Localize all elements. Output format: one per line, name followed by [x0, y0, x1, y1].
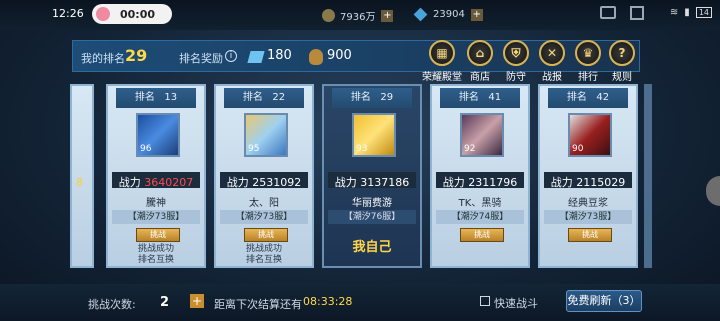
- rank-tag: 排名 22: [224, 88, 304, 108]
- menu-label: 排行: [578, 72, 598, 83]
- power-text: 战力 3137186: [334, 176, 410, 189]
- recording-time: 00:00: [120, 7, 156, 21]
- record-dot-icon: [96, 7, 110, 21]
- server-tag: 【潮汐73服】: [544, 210, 632, 224]
- reward-label: 排名奖励: [179, 52, 223, 65]
- player-name: 騰神: [146, 198, 166, 209]
- hero-avatar: 92: [460, 113, 504, 157]
- challenge-note: 挑战成功 排名互换: [137, 244, 174, 265]
- opponent-card[interactable]: 排名 41 92 战力 2311796 TK、黑骑 【潮汐74服】 挑战: [430, 84, 530, 268]
- menu-shop[interactable]: ⌂ 商店: [460, 40, 500, 83]
- opponent-card[interactable]: 排名 42 90 战力 2115029 经典豆浆 【潮汐73服】 挑战: [538, 84, 638, 268]
- player-name: 华丽费游: [352, 198, 392, 209]
- hero-level: 95: [248, 144, 260, 154]
- rank-tag: 排名 41: [440, 88, 520, 108]
- challenge-button[interactable]: 挑战: [568, 228, 612, 242]
- status-bar: 12:26 00:00 7936万 + 23904 + ≋ ▮ 14: [0, 0, 720, 30]
- self-card: 排名 29 93 战力 3137186 华丽费游 【潮汐76服】 我自己: [322, 84, 422, 268]
- hero-avatar: 96: [136, 113, 180, 157]
- chat-icon[interactable]: [600, 6, 616, 19]
- menu-battle-report[interactable]: ✕ 战报: [532, 40, 572, 83]
- info-icon[interactable]: i: [225, 50, 237, 62]
- challenge-count-label: 挑战次数:: [88, 298, 136, 311]
- rank-tag: 排名 13: [116, 88, 196, 108]
- partial-card-value: 8: [76, 176, 83, 189]
- diamond-counter: 23904 +: [413, 7, 483, 22]
- challenge-count: 2: [160, 295, 170, 310]
- menu-rules[interactable]: ? 规则: [602, 40, 642, 83]
- recording-indicator[interactable]: 00:00: [92, 4, 172, 24]
- reward-coins: 900: [327, 48, 352, 63]
- add-diamond-button[interactable]: +: [470, 8, 483, 21]
- self-label: 我自己: [352, 240, 392, 255]
- add-gold-button[interactable]: +: [381, 9, 394, 22]
- player-name: 太、阳: [249, 198, 279, 209]
- hero-level: 92: [464, 144, 476, 154]
- shop-icon: ⌂: [467, 40, 493, 66]
- challenge-button[interactable]: 挑战: [460, 228, 504, 242]
- rules-icon: ?: [609, 40, 635, 66]
- defense-icon: ⛨: [503, 40, 529, 66]
- quick-battle-checkbox[interactable]: [480, 296, 490, 306]
- menu-label: 战报: [542, 72, 562, 83]
- gold-coin-icon: [322, 9, 335, 22]
- gold-counter: 7936万 +: [322, 8, 394, 23]
- hero-avatar: 95: [244, 113, 288, 157]
- power-text: 战力 2115029: [550, 176, 626, 189]
- rank-tag: 排名 42: [548, 88, 628, 108]
- reward-diamonds: 180: [267, 48, 292, 63]
- free-refresh-button[interactable]: 免费刷新（3）: [566, 290, 642, 312]
- diamond-icon: [413, 7, 428, 22]
- player-name: 经典豆浆: [568, 198, 608, 209]
- hero-level: 96: [140, 144, 152, 154]
- player-name: TK、黑骑: [458, 198, 502, 209]
- server-tag: 【潮汐76服】: [328, 210, 416, 224]
- my-rank-label: 我的排名: [81, 52, 125, 65]
- settlement-label: 距离下次结算还有: [214, 298, 302, 311]
- clock: 12:26: [52, 7, 84, 20]
- partial-opponent-card[interactable]: 8: [70, 84, 94, 268]
- opponent-card[interactable]: 排名 22 95 战力 2531092 太、阳 【潮汐73服】 挑战 挑战成功排…: [214, 84, 314, 268]
- my-rank-value: 29: [125, 46, 148, 65]
- challenge-note: 挑战成功 排名互换: [245, 244, 282, 265]
- opponent-card[interactable]: 排名 13 96 战力 3640207 騰神 【潮汐73服】 挑战 挑战成功 排名…: [106, 84, 206, 268]
- mail-icon[interactable]: [630, 6, 644, 20]
- challenge-button[interactable]: 挑战: [244, 228, 288, 242]
- hero-avatar: 90: [568, 113, 612, 157]
- menu-label: 防守: [506, 72, 526, 83]
- power-text: 战力 3640207: [118, 176, 194, 189]
- menu-label: 商店: [470, 72, 490, 83]
- add-challenge-button[interactable]: +: [190, 294, 204, 308]
- server-tag: 【潮汐73服】: [220, 210, 308, 224]
- power-text: 战力 2311796: [442, 176, 518, 189]
- reward-diamond-icon: [247, 51, 265, 63]
- system-indicators: ≋ ▮ 14: [670, 7, 712, 18]
- server-tag: 【潮汐73服】: [112, 210, 200, 224]
- menu-hall-of-glory[interactable]: ▦ 荣耀殿堂: [422, 40, 462, 83]
- signal-icon: ▮: [684, 7, 690, 18]
- battle-report-icon: ✕: [539, 40, 565, 66]
- hero-level: 93: [356, 144, 368, 154]
- server-tag: 【潮汐74服】: [436, 210, 524, 224]
- challenge-button[interactable]: 挑战: [136, 228, 180, 242]
- wifi-icon: ≋: [669, 7, 679, 18]
- reward-coin-bag-icon: [309, 49, 323, 65]
- menu-defense[interactable]: ⛨ 防守: [496, 40, 536, 83]
- footer-bar: 挑战次数: 2 + 距离下次结算还有 08:33:28 快速战斗 免费刷新（3）: [0, 284, 720, 321]
- diamond-value: 23904: [433, 9, 465, 20]
- settlement-countdown: 08:33:28: [303, 295, 353, 308]
- quick-battle-label: 快速战斗: [494, 297, 538, 310]
- menu-label: 荣耀殿堂: [422, 72, 462, 83]
- leaderboard-icon: ♛: [575, 40, 601, 66]
- gold-value: 7936万: [340, 12, 376, 23]
- hero-level: 90: [572, 144, 584, 154]
- rank-tag: 排名 29: [332, 88, 412, 108]
- hero-avatar: 93: [352, 113, 396, 157]
- battery-level: 14: [695, 7, 712, 18]
- scroll-edge: [644, 84, 652, 268]
- hall-of-glory-icon: ▦: [429, 40, 455, 66]
- menu-label: 规则: [612, 72, 632, 83]
- power-text: 战力 2531092: [226, 176, 302, 189]
